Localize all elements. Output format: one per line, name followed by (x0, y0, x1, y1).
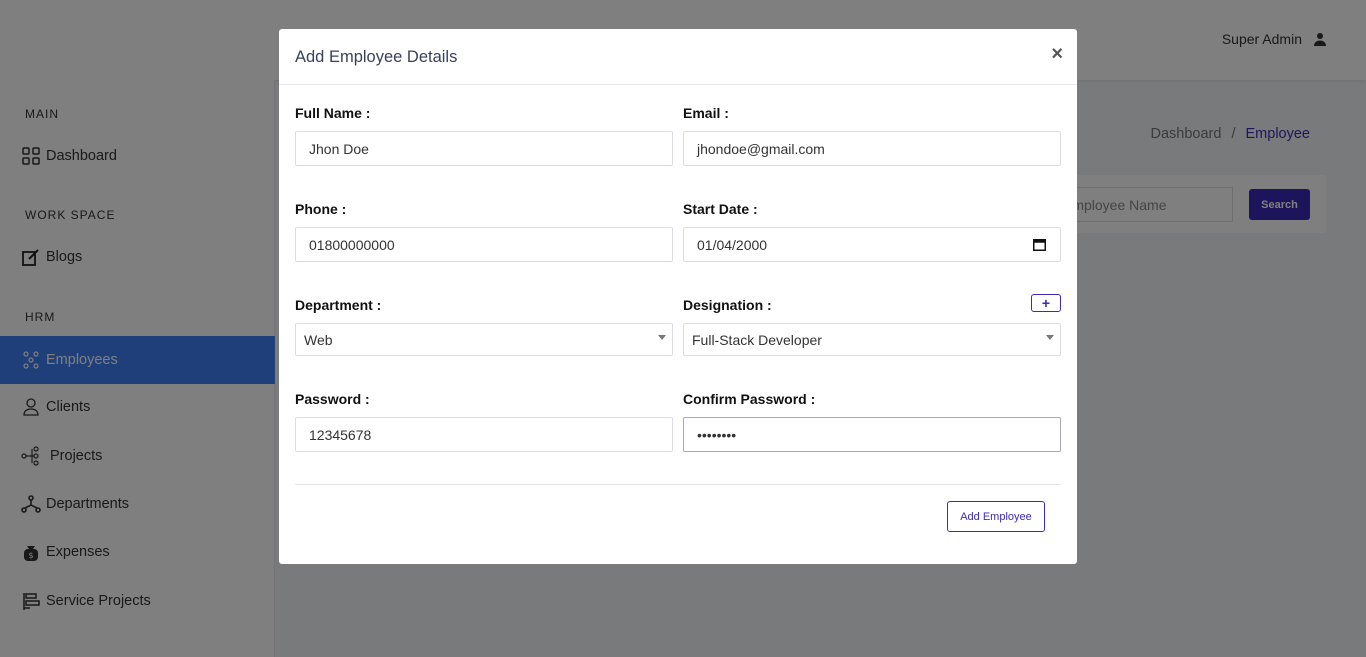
designation-value: Full-Stack Developer (692, 331, 822, 348)
confirm-password-input[interactable]: •••••••• (683, 417, 1061, 452)
password-label: Password : (295, 391, 370, 407)
department-value: Web (304, 331, 333, 348)
email-input[interactable]: jhondoe@gmail.com (683, 131, 1061, 166)
phone-label: Phone : (295, 201, 347, 217)
department-select[interactable]: Web (295, 323, 673, 356)
confirm-password-label: Confirm Password : (683, 391, 816, 407)
modal-header: Add Employee Details × (279, 29, 1077, 85)
full-name-label: Full Name : (295, 105, 371, 121)
add-employee-button[interactable]: Add Employee (947, 501, 1045, 532)
start-date-input[interactable]: 01/04/2000 (683, 227, 1061, 262)
designation-select[interactable]: Full-Stack Developer (683, 323, 1061, 356)
start-date-label: Start Date : (683, 201, 758, 217)
chevron-down-icon (658, 335, 666, 340)
start-date-value: 01/04/2000 (697, 236, 768, 253)
close-icon[interactable]: × (1051, 44, 1063, 64)
password-input[interactable]: 12345678 (295, 417, 673, 452)
department-label: Department : (295, 297, 382, 313)
phone-input[interactable]: 01800000000 (295, 227, 673, 262)
designation-label: Designation : (683, 297, 772, 313)
full-name-input[interactable]: Jhon Doe (295, 131, 673, 166)
modal-title: Add Employee Details (295, 48, 458, 66)
divider (295, 484, 1061, 485)
chevron-down-icon (1046, 335, 1054, 340)
email-label: Email : (683, 105, 729, 121)
calendar-icon[interactable] (1033, 238, 1046, 251)
add-employee-modal: Add Employee Details × Full Name : Jhon … (279, 29, 1077, 564)
add-designation-button[interactable]: + (1031, 294, 1061, 312)
